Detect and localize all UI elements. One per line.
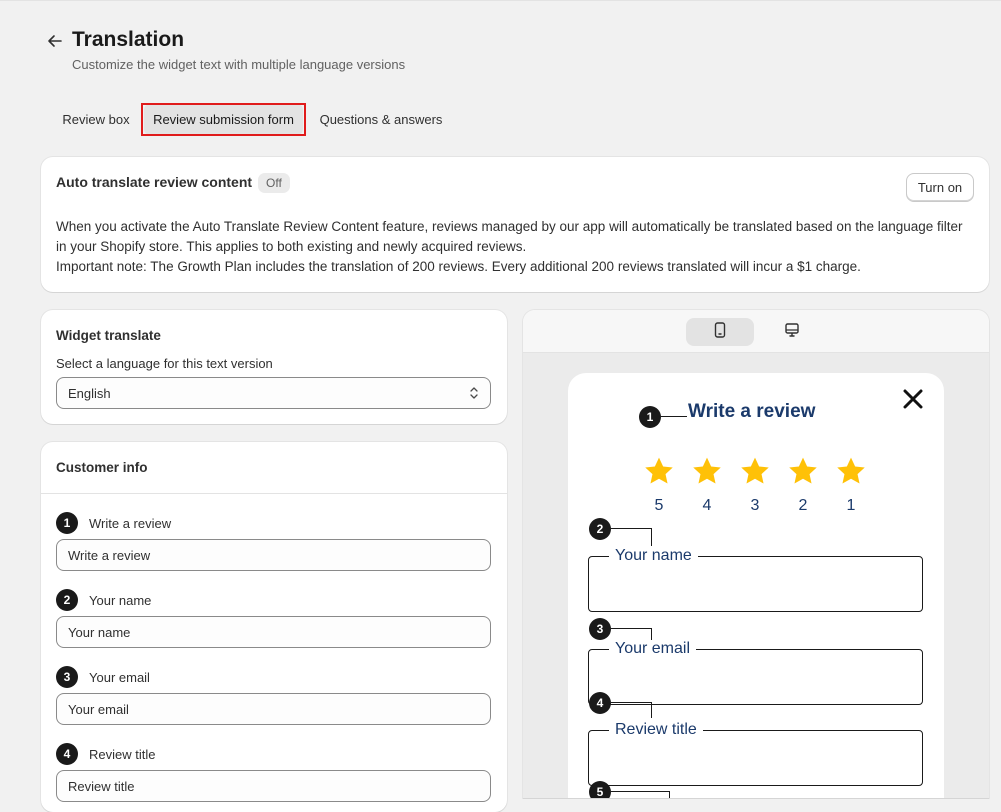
field-label-your-email: Your email <box>89 670 150 685</box>
star-count-label: 1 <box>846 497 856 514</box>
star-icon[interactable] <box>787 455 819 487</box>
page-title: Translation <box>72 28 185 51</box>
select-chevron-icon <box>468 386 480 400</box>
review-title-input[interactable]: Review title <box>56 770 491 802</box>
divider <box>41 493 507 494</box>
mobile-icon <box>713 321 727 343</box>
star-count-label: 4 <box>702 497 712 514</box>
customer-info-title: Customer info <box>56 460 148 475</box>
star-icon[interactable] <box>691 455 723 487</box>
status-badge: Off <box>258 173 290 193</box>
preview-email-legend: Your email <box>609 640 697 658</box>
turn-on-button[interactable]: Turn on <box>906 173 974 202</box>
field-number-badge: 1 <box>56 512 78 534</box>
star-count-label: 2 <box>798 497 808 514</box>
description-text: When you activate the Auto Translate Rev… <box>56 219 963 254</box>
language-select[interactable]: English <box>56 377 491 409</box>
star-count-label: 5 <box>654 497 664 514</box>
customer-info-card: Customer info 1 Write a review Write a r… <box>41 442 507 812</box>
your-name-input[interactable]: Your name <box>56 616 491 648</box>
desktop-view-button[interactable] <box>758 318 826 346</box>
write-review-input[interactable]: Write a review <box>56 539 491 571</box>
preview-number-badge: 3 <box>589 618 611 640</box>
modal-title: Write a review <box>688 401 816 422</box>
auto-translate-title: Auto translate review content <box>56 174 253 190</box>
field-number-badge: 3 <box>56 666 78 688</box>
auto-translate-description: When you activate the Auto Translate Rev… <box>56 217 976 277</box>
preview-number-badge: 4 <box>589 692 611 714</box>
top-border <box>0 0 1001 1</box>
close-icon[interactable] <box>903 389 923 409</box>
important-note-text: Important note: The Growth Plan includes… <box>56 259 861 274</box>
mobile-view-button[interactable] <box>686 318 754 346</box>
preview-name-field[interactable]: Your name <box>588 547 923 612</box>
tab-highlight-box <box>141 103 306 136</box>
star-count-label: 3 <box>750 497 760 514</box>
leader-line <box>661 416 687 417</box>
widget-translate-card: Widget translate Select a language for t… <box>41 310 507 424</box>
leader-line <box>611 702 652 718</box>
field-number-badge: 2 <box>56 589 78 611</box>
preview-toolbar <box>523 310 989 353</box>
leader-line <box>611 528 652 546</box>
preview-review-title-legend: Review title <box>609 721 703 739</box>
star-icon[interactable] <box>835 455 867 487</box>
back-arrow-icon[interactable] <box>44 30 66 52</box>
widget-translate-title: Widget translate <box>56 328 161 343</box>
preview-review-title-field[interactable]: Review title <box>588 721 923 786</box>
preview-card: 1 Write a review 5 4 3 2 1 2 Your name 3 <box>523 310 989 798</box>
write-review-modal: 1 Write a review 5 4 3 2 1 2 Your name 3 <box>568 373 944 798</box>
preview-email-field[interactable]: Your email <box>588 640 923 705</box>
preview-number-badge: 5 <box>589 781 611 798</box>
page-subtitle: Customize the widget text with multiple … <box>72 57 406 72</box>
preview-number-badge: 1 <box>639 406 661 428</box>
preview-canvas: 1 Write a review 5 4 3 2 1 2 Your name 3 <box>523 353 989 798</box>
language-select-label: Select a language for this text version <box>56 356 273 371</box>
auto-translate-card: Auto translate review content Off Turn o… <box>41 157 989 292</box>
tab-questions-answers[interactable]: Questions & answers <box>312 104 450 135</box>
preview-name-legend: Your name <box>609 547 698 565</box>
language-select-value: English <box>68 385 111 401</box>
preview-number-badge: 2 <box>589 518 611 540</box>
your-email-input[interactable]: Your email <box>56 693 491 725</box>
tab-review-box[interactable]: Review box <box>55 104 137 135</box>
desktop-icon <box>784 322 800 343</box>
field-label-write-review: Write a review <box>89 516 172 531</box>
star-icon[interactable] <box>739 455 771 487</box>
star-icon[interactable] <box>643 455 675 487</box>
leader-line <box>611 791 670 798</box>
field-label-your-name: Your name <box>89 593 152 608</box>
field-number-badge: 4 <box>56 743 78 765</box>
field-label-review-title: Review title <box>89 747 156 762</box>
